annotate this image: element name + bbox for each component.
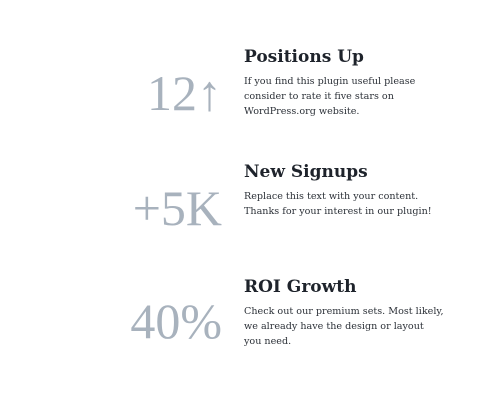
stat-title: ROI Growth [244, 277, 357, 297]
stat-description: Replace this text with your content. Tha… [244, 191, 432, 217]
stat-item-new-signups: +5K New Signups Replace this text with y… [0, 161, 480, 271]
stat-text-block: ROI Growth Check out our premium sets. M… [244, 276, 444, 349]
stat-title: New Signups [244, 162, 368, 182]
stat-number: +5K [132, 180, 222, 236]
stat-description: If you find this plugin useful please co… [244, 76, 416, 117]
stat-text-block: Positions Up If you find this plugin use… [244, 46, 444, 119]
stat-item-roi-growth: 40% ROI Growth Check out our premium set… [0, 276, 480, 386]
stat-number: 40% [130, 293, 222, 349]
stat-text-block: New Signups Replace this text with your … [244, 161, 444, 219]
stat-title: Positions Up [244, 47, 364, 67]
stat-description: Check out our premium sets. Most likely,… [244, 306, 444, 347]
stat-number: 12↑ [147, 65, 222, 121]
stat-item-positions-up: 12↑ Positions Up If you find this plugin… [0, 46, 480, 156]
